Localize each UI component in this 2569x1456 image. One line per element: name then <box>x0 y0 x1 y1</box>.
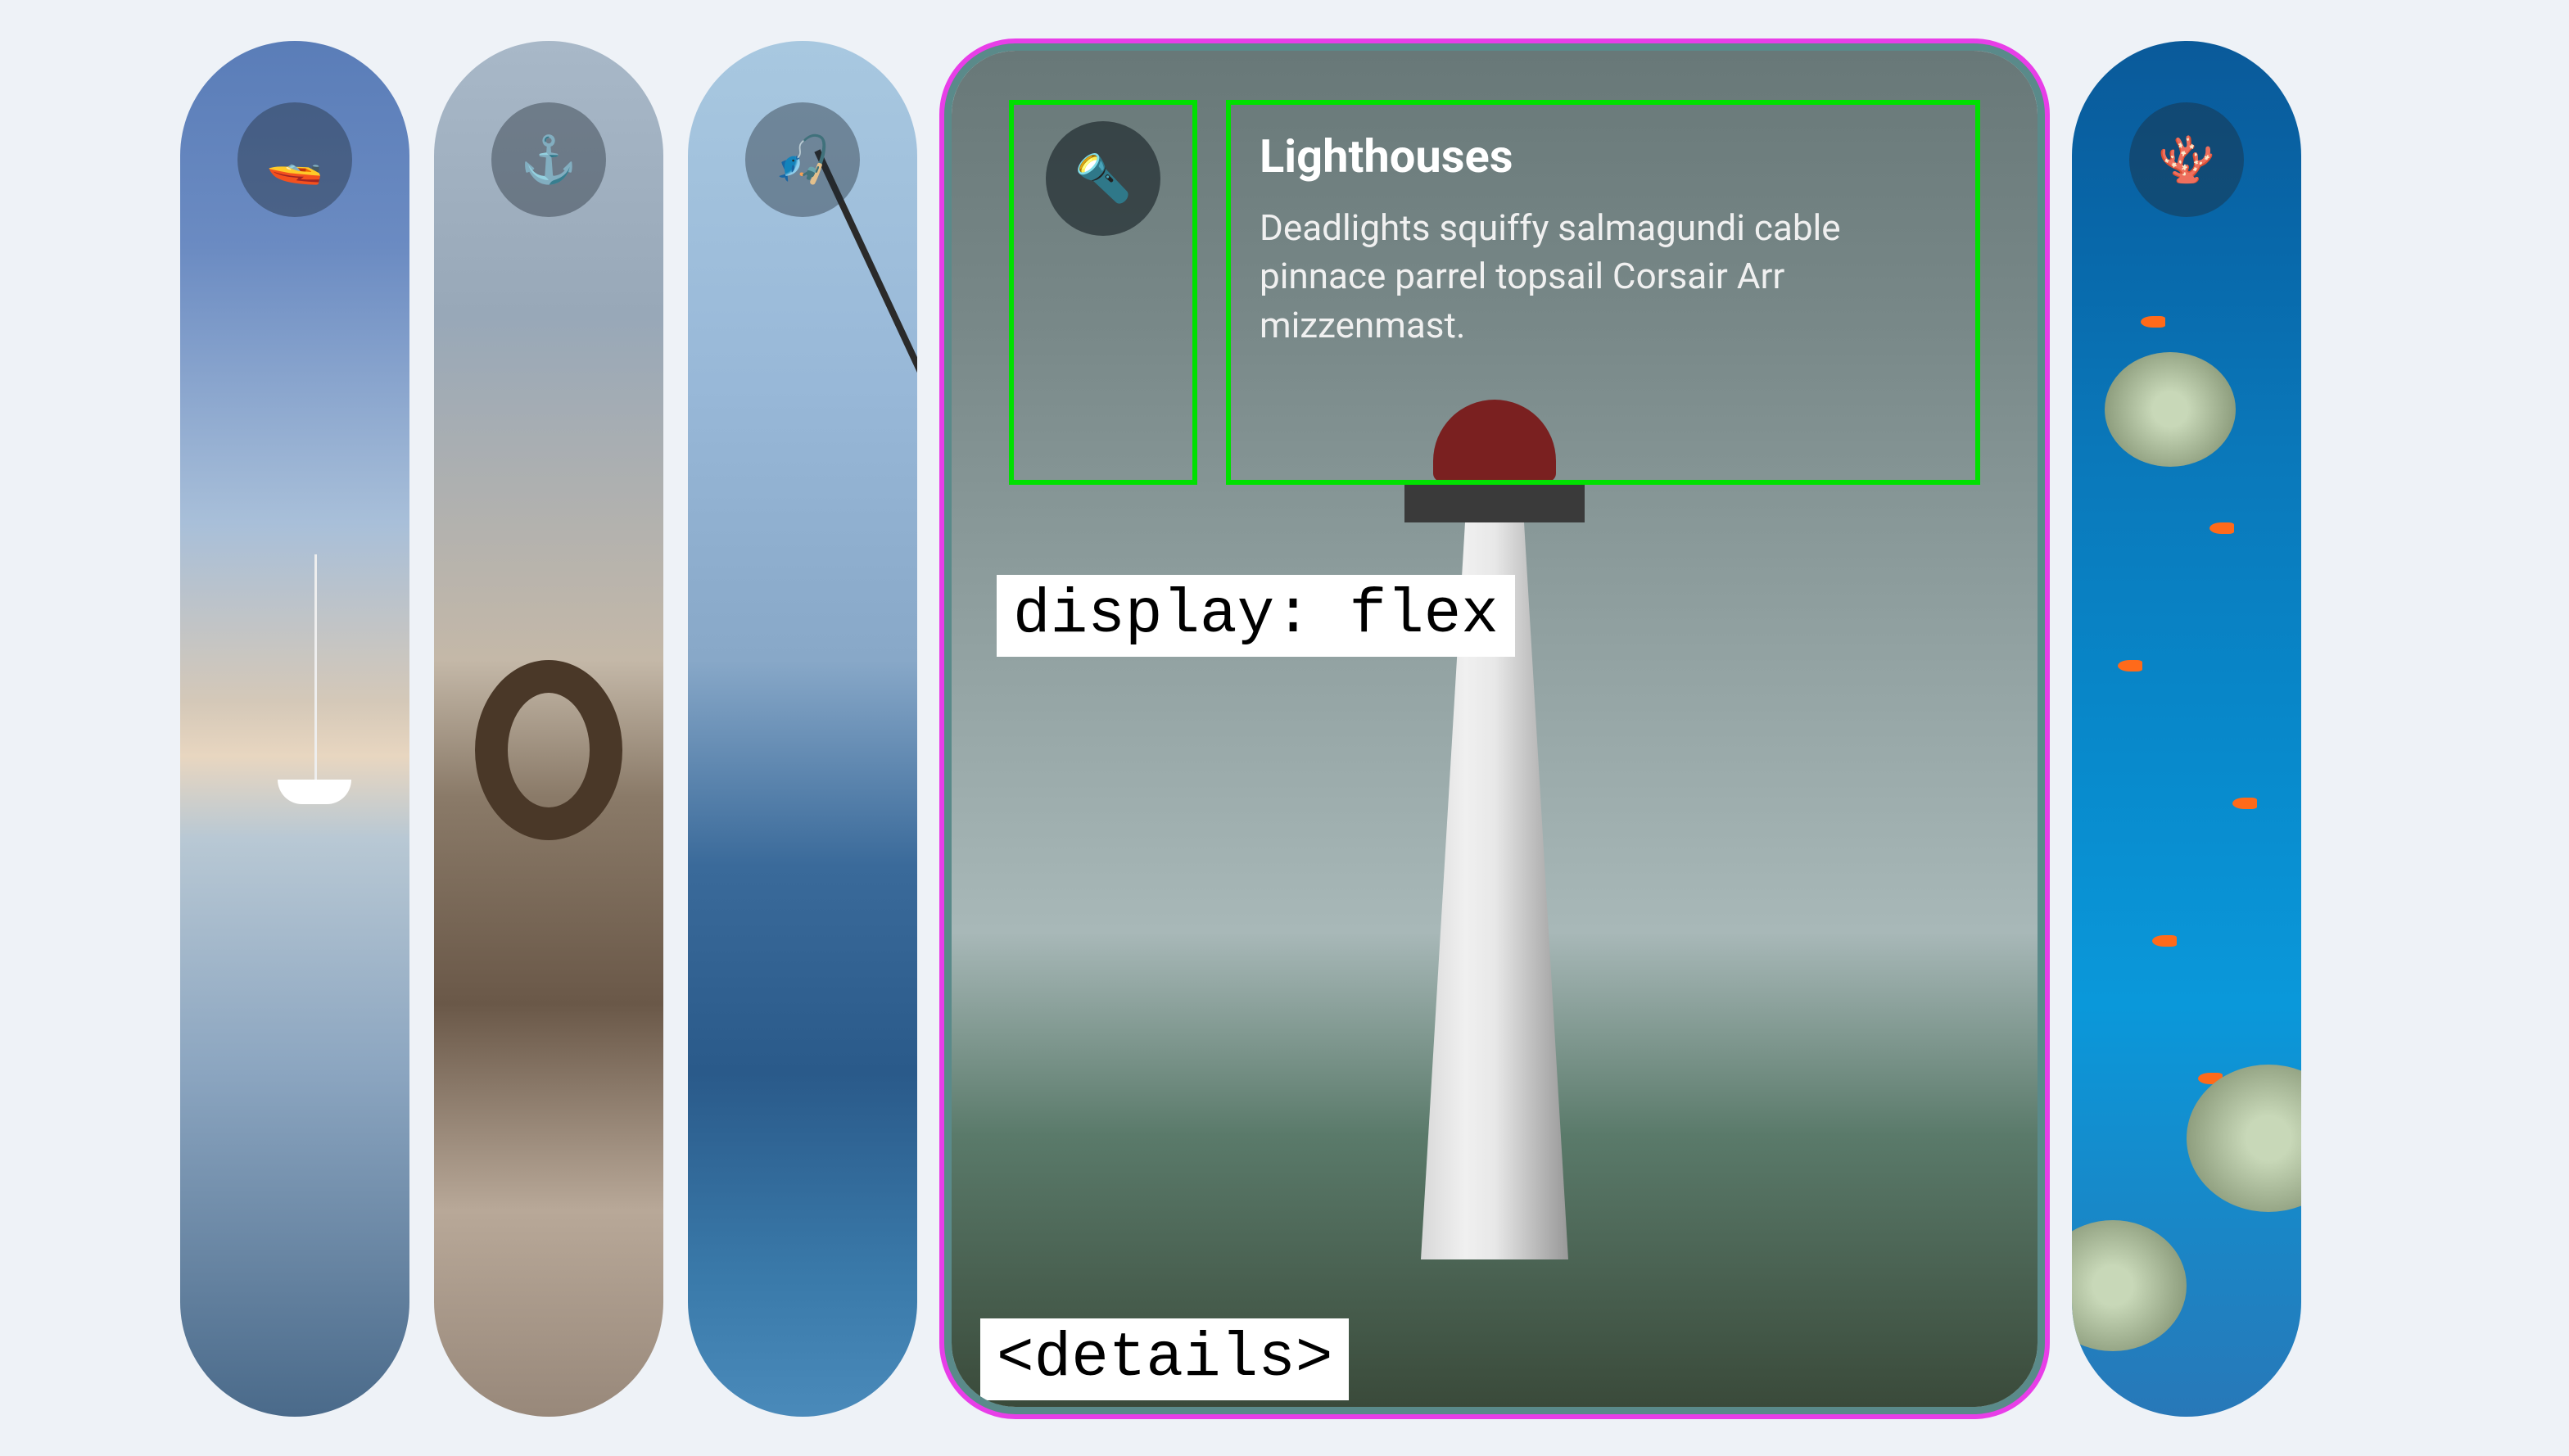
coral-icon: 🪸 <box>2129 102 2244 217</box>
flashlight-icon: 🔦 <box>1046 121 1160 236</box>
icon-glyph: 🚤 <box>266 133 323 187</box>
card-boat[interactable]: 🚤 <box>180 41 409 1417</box>
icon-glyph: 🔦 <box>1074 151 1132 206</box>
card-title: Lighthouses <box>1260 129 1947 183</box>
card-description: Deadlights squiffy salmagundi cable pinn… <box>1260 204 1947 350</box>
annotation-display-flex: display: flex <box>997 575 1515 657</box>
card-fishing[interactable]: 🎣 <box>688 41 917 1417</box>
boat-icon: 🚤 <box>237 102 352 217</box>
icon-glyph: 🪸 <box>2158 133 2215 187</box>
card-background <box>180 41 409 1417</box>
summary-icon-highlight: 🔦 <box>1009 100 1197 485</box>
card-background <box>2072 41 2301 1417</box>
card-coral[interactable]: 🪸 <box>2072 41 2301 1417</box>
card-background <box>434 41 663 1417</box>
icon-glyph: 🎣 <box>774 133 831 187</box>
anchor-icon: ⚓ <box>491 102 606 217</box>
fishing-icon: 🎣 <box>745 102 860 217</box>
card-lighthouse[interactable]: 🔦 Lighthouses Deadlights squiffy salmagu… <box>942 41 2047 1417</box>
card-anchor[interactable]: ⚓ <box>434 41 663 1417</box>
annotation-details-tag: <details> <box>980 1318 1349 1400</box>
card-gallery: 🚤 ⚓ 🎣 🔦 <box>180 41 2389 1417</box>
icon-glyph: ⚓ <box>520 133 577 187</box>
summary-text-highlight: Lighthouses Deadlights squiffy salmagund… <box>1226 100 1980 485</box>
card-background <box>688 41 917 1417</box>
card-summary: 🔦 Lighthouses Deadlights squiffy salmagu… <box>952 51 2038 534</box>
